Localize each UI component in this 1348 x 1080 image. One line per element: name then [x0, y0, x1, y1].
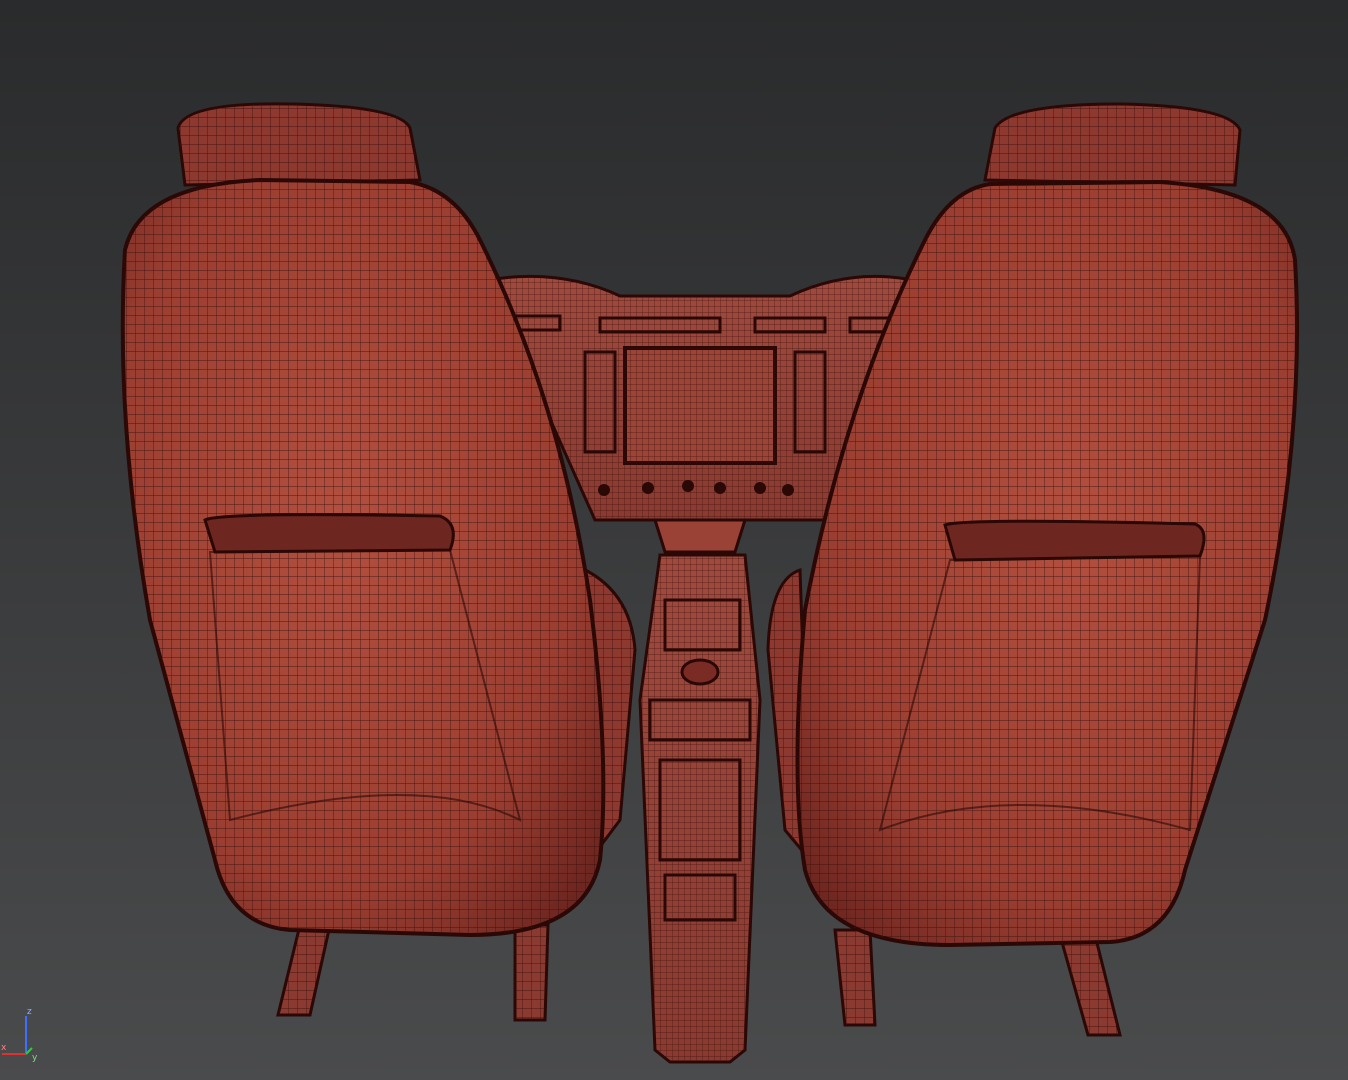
axis-y-label: y: [32, 1053, 38, 1063]
left-seat[interactable]: [120, 102, 637, 1022]
wireframe-scene[interactable]: [0, 0, 1348, 1080]
right-seat[interactable]: [766, 102, 1299, 1037]
axis-gizmo-icon: z y x: [1, 1007, 38, 1063]
right-seat-pocket: [943, 519, 1206, 562]
gear-knob: [680, 658, 720, 686]
left-seat-pocket: [203, 513, 455, 554]
center-console[interactable]: [638, 553, 762, 1064]
3d-viewport[interactable]: z y x: [0, 0, 1348, 1080]
axis-x-label: x: [1, 1043, 7, 1053]
axis-z-label: z: [27, 1007, 32, 1017]
